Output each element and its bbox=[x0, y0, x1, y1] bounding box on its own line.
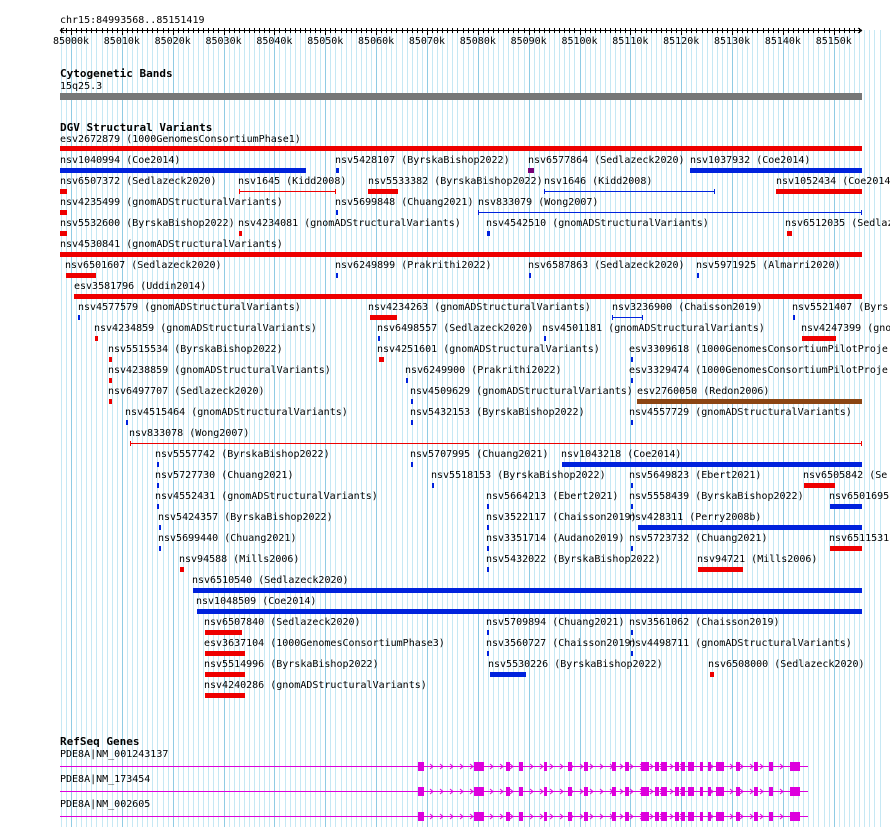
gene-exon[interactable] bbox=[754, 812, 758, 821]
gene-exon[interactable] bbox=[769, 762, 773, 771]
gene-exon[interactable] bbox=[641, 812, 649, 821]
refseq-gene-models[interactable] bbox=[0, 0, 890, 827]
gene-exon[interactable] bbox=[506, 762, 510, 771]
gene-exon[interactable] bbox=[474, 762, 484, 771]
gene-exon[interactable] bbox=[736, 762, 740, 771]
gene-exon[interactable] bbox=[519, 762, 523, 771]
gene-exon[interactable] bbox=[688, 762, 694, 771]
gene-exon[interactable] bbox=[736, 812, 740, 821]
gene-exon[interactable] bbox=[506, 787, 510, 796]
gene-exon[interactable] bbox=[418, 762, 424, 771]
gene-exon[interactable] bbox=[681, 812, 685, 821]
gene-exon[interactable] bbox=[716, 762, 724, 771]
gene-exon[interactable] bbox=[708, 787, 711, 796]
gene-exon[interactable] bbox=[418, 787, 424, 796]
gene-exon[interactable] bbox=[655, 787, 659, 796]
gene-exon[interactable] bbox=[612, 762, 616, 771]
gene-exon[interactable] bbox=[754, 762, 758, 771]
gene-exon[interactable] bbox=[661, 812, 667, 821]
gene-exon[interactable] bbox=[769, 787, 773, 796]
gene-exon[interactable] bbox=[708, 762, 711, 771]
gene-exon[interactable] bbox=[700, 787, 703, 796]
gene-exon[interactable] bbox=[790, 762, 800, 771]
gene-exon[interactable] bbox=[681, 762, 685, 771]
gene-exon[interactable] bbox=[519, 787, 523, 796]
gene-exon[interactable] bbox=[506, 812, 510, 821]
gene-exon[interactable] bbox=[584, 787, 588, 796]
gene-exon[interactable] bbox=[418, 812, 424, 821]
gene-exon[interactable] bbox=[544, 762, 547, 771]
gene-exon[interactable] bbox=[708, 812, 711, 821]
gene-exon[interactable] bbox=[661, 762, 667, 771]
gene-exon[interactable] bbox=[568, 812, 572, 821]
gene-exon[interactable] bbox=[688, 812, 694, 821]
gene-exon[interactable] bbox=[519, 812, 523, 821]
gene-exon[interactable] bbox=[675, 787, 679, 796]
gene-exon[interactable] bbox=[568, 762, 572, 771]
gene-exon[interactable] bbox=[584, 812, 588, 821]
gene-exon[interactable] bbox=[675, 762, 679, 771]
gene-exon[interactable] bbox=[474, 812, 484, 821]
gene-exon[interactable] bbox=[661, 787, 667, 796]
gene-exon[interactable] bbox=[544, 787, 547, 796]
gene-exon[interactable] bbox=[625, 762, 629, 771]
gene-exon[interactable] bbox=[754, 787, 758, 796]
gene-exon[interactable] bbox=[790, 812, 800, 821]
gene-exon[interactable] bbox=[790, 787, 800, 796]
gene-exon[interactable] bbox=[641, 762, 649, 771]
gene-exon[interactable] bbox=[625, 787, 629, 796]
gene-exon[interactable] bbox=[641, 787, 649, 796]
gene-exon[interactable] bbox=[655, 812, 659, 821]
gene-exon[interactable] bbox=[474, 787, 484, 796]
gene-exon[interactable] bbox=[625, 812, 629, 821]
gene-exon[interactable] bbox=[716, 787, 724, 796]
gene-exon[interactable] bbox=[736, 787, 740, 796]
gene-exon[interactable] bbox=[675, 812, 679, 821]
gene-exon[interactable] bbox=[584, 762, 588, 771]
gene-exon[interactable] bbox=[769, 812, 773, 821]
gene-exon[interactable] bbox=[681, 787, 685, 796]
gene-exon[interactable] bbox=[716, 812, 724, 821]
gene-exon[interactable] bbox=[700, 762, 703, 771]
gene-exon[interactable] bbox=[612, 812, 616, 821]
gene-exon[interactable] bbox=[700, 812, 703, 821]
gene-exon[interactable] bbox=[688, 787, 694, 796]
gene-exon[interactable] bbox=[612, 787, 616, 796]
gene-exon[interactable] bbox=[544, 812, 547, 821]
gene-exon[interactable] bbox=[568, 787, 572, 796]
gene-exon[interactable] bbox=[655, 762, 659, 771]
